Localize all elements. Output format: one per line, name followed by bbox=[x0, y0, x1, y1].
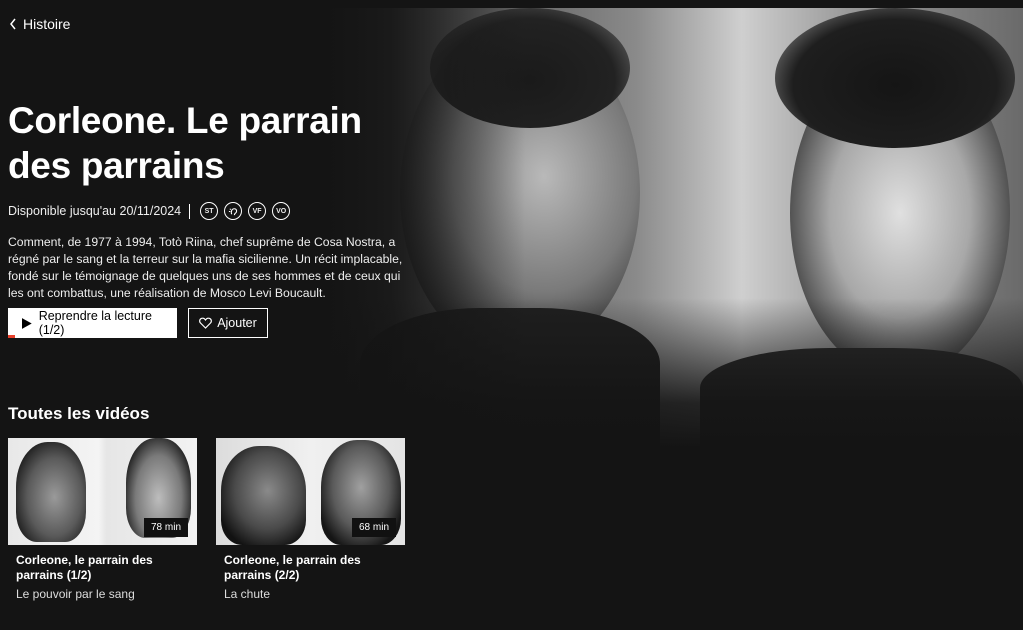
play-icon bbox=[22, 317, 32, 329]
resume-play-label: Reprendre la lecture (1/2) bbox=[38, 309, 152, 337]
program-description: Comment, de 1977 à 1994, Totò Riina, che… bbox=[8, 235, 403, 300]
video-card[interactable]: 78 min Corleone, le parrain des parrains… bbox=[8, 438, 197, 601]
video-thumbnail[interactable]: 78 min bbox=[8, 438, 197, 545]
duration-badge: 78 min bbox=[143, 518, 188, 537]
video-thumbnail[interactable]: 68 min bbox=[216, 438, 405, 545]
video-subtitle: Le pouvoir par le sang bbox=[16, 587, 135, 601]
video-title[interactable]: Corleone, le parrain des parrains (1/2) bbox=[16, 553, 196, 583]
vf-badge-icon: VF bbox=[248, 202, 267, 220]
audio-description-icon bbox=[224, 202, 243, 220]
video-subtitle: La chute bbox=[224, 587, 271, 601]
play-progress-bar bbox=[8, 335, 15, 338]
videos-section-title: Toutes les vidéos bbox=[8, 404, 150, 423]
hero-banner bbox=[0, 8, 1023, 448]
add-label: Ajouter bbox=[217, 316, 257, 330]
availability-text: Disponible jusqu'au 20/11/2024 bbox=[8, 204, 182, 218]
heart-icon bbox=[199, 317, 213, 329]
video-title[interactable]: Corleone, le parrain des parrains (2/2) bbox=[224, 553, 404, 583]
duration-badge: 68 min bbox=[351, 518, 396, 537]
chevron-left-icon bbox=[10, 18, 16, 30]
video-card[interactable]: 68 min Corleone, le parrain des parrains… bbox=[216, 438, 405, 601]
page-title: Corleone. Le parrain des parrains bbox=[8, 100, 362, 186]
subtitles-badge-icon: ST bbox=[200, 202, 219, 220]
vo-badge-icon: VO bbox=[272, 202, 291, 220]
back-link[interactable]: Histoire bbox=[9, 16, 70, 32]
add-to-list-button[interactable]: Ajouter bbox=[188, 308, 268, 338]
back-label: Histoire bbox=[23, 16, 71, 32]
resume-play-button[interactable]: Reprendre la lecture (1/2) bbox=[8, 308, 177, 338]
availability-row: Disponible jusqu'au 20/11/2024 ST VF VO bbox=[8, 202, 296, 220]
